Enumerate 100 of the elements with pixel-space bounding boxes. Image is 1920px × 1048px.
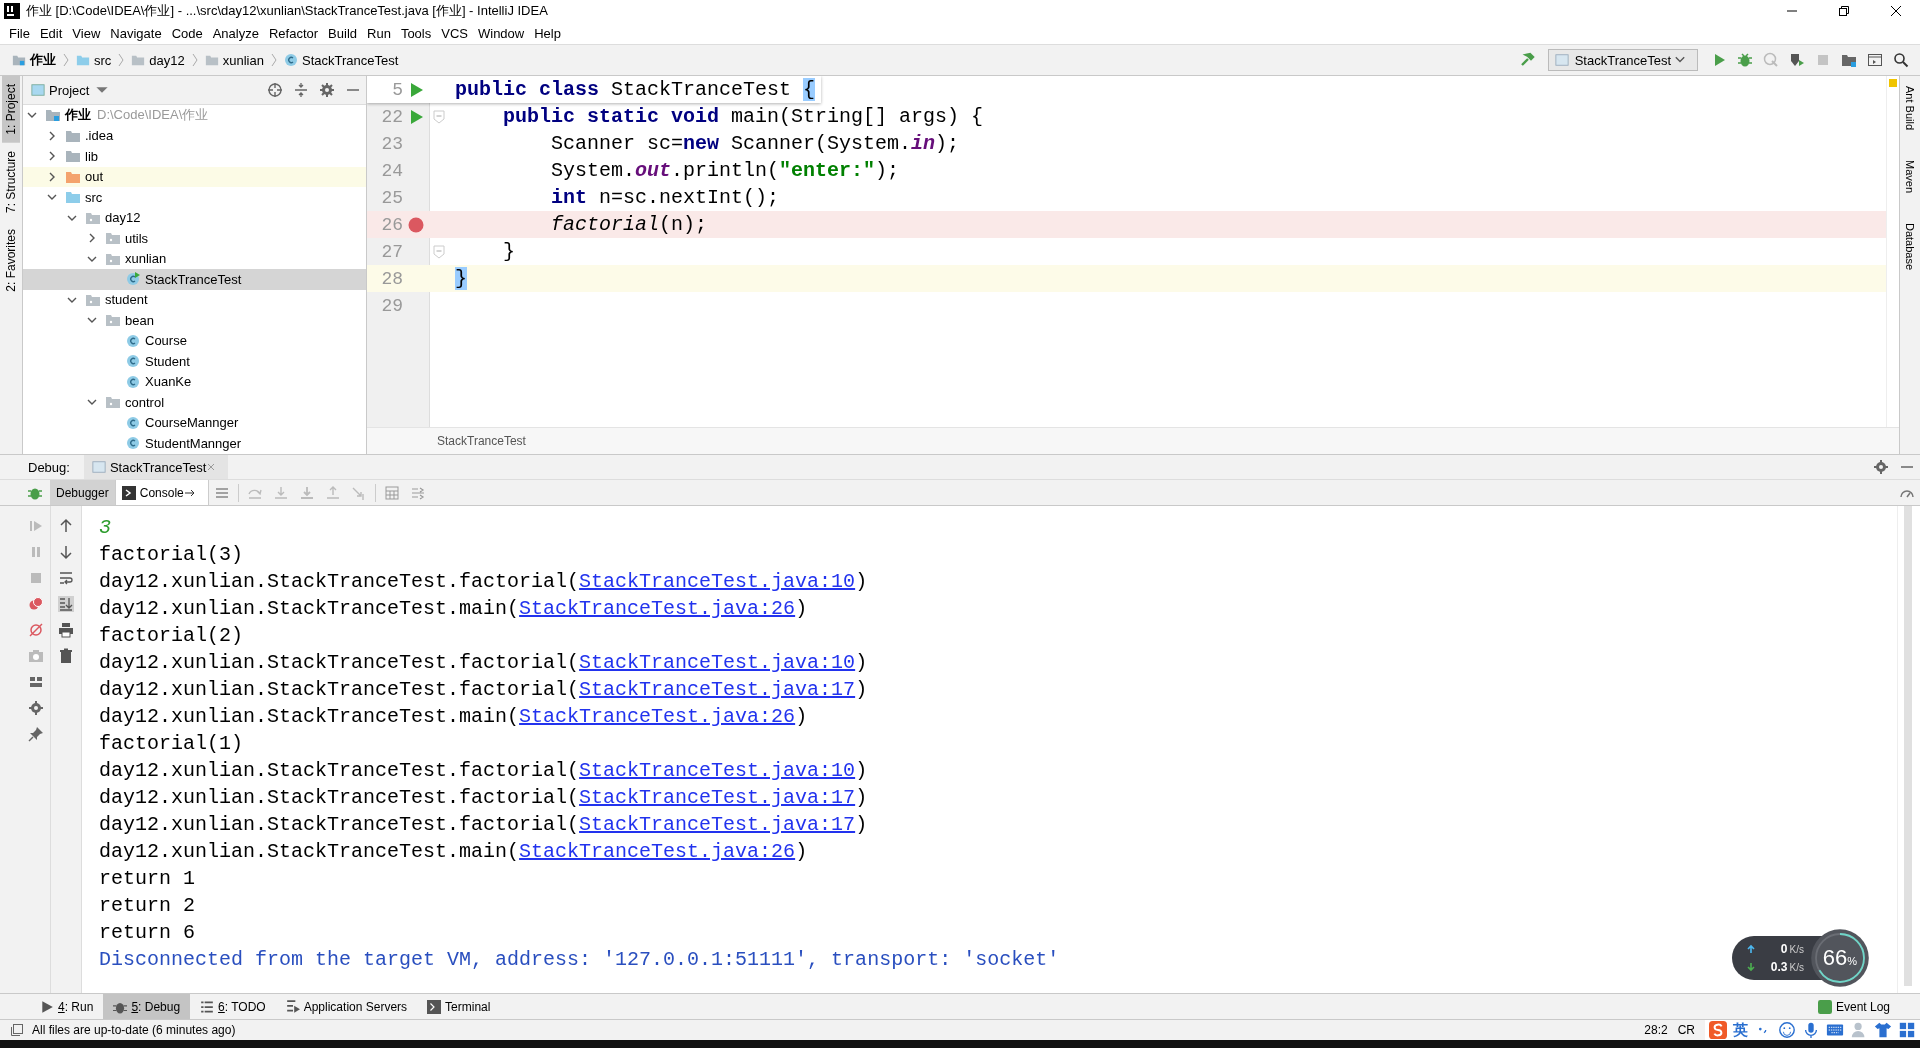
source-link[interactable]: StackTranceTest.java:10 bbox=[579, 570, 856, 593]
tree-item[interactable]: Student bbox=[23, 351, 366, 372]
breadcrumb-item[interactable]: src bbox=[74, 52, 114, 68]
menu-item[interactable]: Build bbox=[323, 25, 362, 41]
grid-icon[interactable] bbox=[1898, 1021, 1916, 1039]
warning-marker[interactable] bbox=[1889, 79, 1897, 87]
locate-icon[interactable] bbox=[267, 82, 283, 98]
event-log-icon bbox=[1817, 999, 1832, 1014]
down-arrow-icon[interactable] bbox=[58, 544, 74, 560]
list-icon bbox=[200, 999, 215, 1014]
breadcrumb-item[interactable]: StackTranceTest bbox=[281, 52, 401, 68]
tree-item[interactable]: StackTranceTest bbox=[23, 269, 366, 290]
source-link[interactable]: StackTranceTest.java:10 bbox=[579, 759, 856, 782]
tool-window-tab[interactable]: Maven bbox=[1904, 160, 1916, 194]
session-tab[interactable]: StackTranceTest bbox=[83, 455, 229, 479]
menu-item[interactable]: View bbox=[67, 25, 106, 41]
menu-item[interactable]: Tools bbox=[395, 25, 437, 41]
ime-mode[interactable]: 英 bbox=[1733, 1020, 1748, 1040]
menu-item[interactable]: Navigate bbox=[105, 25, 167, 41]
tool-window-tab[interactable]: Database bbox=[1904, 223, 1916, 271]
menu-item[interactable]: File bbox=[4, 25, 35, 41]
mute-breakpoints-icon[interactable] bbox=[28, 622, 44, 638]
restore-icon[interactable] bbox=[1838, 5, 1850, 17]
soft-wrap-icon[interactable] bbox=[58, 570, 74, 586]
tree-item[interactable]: Course bbox=[23, 330, 366, 351]
close-icon[interactable] bbox=[1890, 5, 1902, 17]
tree-item[interactable]: StudentMannger bbox=[23, 433, 366, 454]
breadcrumb-item[interactable]: xunlian bbox=[202, 52, 266, 68]
collapse-icon[interactable] bbox=[293, 82, 309, 98]
panel-title[interactable]: Project bbox=[49, 82, 90, 98]
panel-toggle-icon[interactable] bbox=[10, 1023, 24, 1037]
smiley-icon[interactable] bbox=[1778, 1021, 1796, 1039]
source-link[interactable]: StackTranceTest.java:17 bbox=[579, 813, 856, 836]
cursor-position[interactable]: 28:2 bbox=[1644, 1023, 1668, 1037]
settings-icon[interactable] bbox=[28, 700, 44, 716]
settings-icon[interactable] bbox=[319, 82, 335, 98]
line-separator[interactable]: CR bbox=[1677, 1023, 1695, 1037]
tool-window-tab[interactable]: 2: Favorites bbox=[2, 220, 20, 300]
tool-window-tab[interactable]: Application Servers bbox=[275, 994, 418, 1019]
tree-item[interactable]: XuanKe bbox=[23, 371, 366, 392]
tool-window-tab[interactable]: 1: Project bbox=[2, 76, 20, 143]
tree-item[interactable]: day12 bbox=[23, 207, 366, 228]
profiler-icon[interactable] bbox=[1789, 52, 1805, 68]
breakpoint-icon[interactable] bbox=[408, 216, 424, 233]
menu-item[interactable]: Analyze bbox=[207, 25, 264, 41]
tool-window-tab[interactable]: 5: Debug bbox=[103, 994, 191, 1019]
tool-window-tab[interactable]: 6: TODO bbox=[190, 994, 276, 1019]
editor-breadcrumb[interactable]: StackTranceTest bbox=[437, 434, 526, 448]
menu-item[interactable]: Edit bbox=[34, 25, 68, 41]
tool-window-tab[interactable]: 4: Run bbox=[30, 994, 104, 1019]
tree-item[interactable]: xunlian bbox=[23, 248, 366, 269]
source-link[interactable]: StackTranceTest.java:26 bbox=[519, 705, 796, 728]
source-link[interactable]: StackTranceTest.java:17 bbox=[579, 678, 856, 701]
up-arrow-icon[interactable] bbox=[58, 518, 74, 534]
run-icon[interactable] bbox=[408, 81, 424, 98]
trash-icon[interactable] bbox=[58, 648, 74, 664]
window-icon[interactable] bbox=[1867, 52, 1883, 68]
tree-item[interactable]: utils bbox=[23, 228, 366, 249]
scroll-to-end-icon[interactable] bbox=[58, 596, 74, 612]
menu-item[interactable]: VCS bbox=[436, 25, 473, 41]
shirt-icon[interactable] bbox=[1874, 1021, 1892, 1039]
tool-window-tab[interactable]: Ant Build bbox=[1904, 86, 1916, 131]
scrollbar-thumb[interactable] bbox=[1904, 506, 1912, 986]
source-link[interactable]: StackTranceTest.java:17 bbox=[579, 786, 856, 809]
settings-icon[interactable] bbox=[1873, 459, 1889, 475]
tree-item[interactable]: student bbox=[23, 289, 366, 310]
microphone-icon[interactable] bbox=[1802, 1021, 1820, 1039]
tree-item[interactable]: lib bbox=[23, 146, 366, 167]
menu-item[interactable]: Code bbox=[166, 25, 208, 41]
menu-item[interactable]: Help bbox=[529, 25, 566, 41]
search-icon[interactable] bbox=[1893, 52, 1909, 68]
tree-item[interactable]: bean bbox=[23, 310, 366, 331]
tree-item[interactable]: .idea bbox=[23, 125, 366, 146]
tool-window-tab[interactable]: 7: Structure bbox=[2, 142, 20, 221]
run-icon[interactable] bbox=[408, 108, 424, 125]
tree-item[interactable]: 作业 D:\Code\IDEA\作业 bbox=[23, 105, 366, 126]
menu-item[interactable]: Run bbox=[362, 25, 396, 41]
debug-tab[interactable]: Debugger bbox=[50, 480, 116, 505]
event-log-tab[interactable]: Event Log bbox=[1817, 999, 1890, 1014]
breadcrumb-item[interactable]: 作业 bbox=[10, 51, 58, 69]
source-link[interactable]: StackTranceTest.java:10 bbox=[579, 651, 856, 674]
menu-item[interactable]: Refactor bbox=[263, 25, 324, 41]
bug-icon[interactable] bbox=[1737, 52, 1753, 68]
layout-icon[interactable] bbox=[28, 674, 44, 690]
ime-logo-icon[interactable] bbox=[1709, 1021, 1727, 1039]
print-icon[interactable] bbox=[58, 622, 74, 638]
tree-item[interactable]: out bbox=[23, 166, 366, 187]
source-link[interactable]: StackTranceTest.java:26 bbox=[519, 840, 796, 863]
run-config-dropdown[interactable]: StackTranceTest bbox=[1547, 49, 1698, 71]
tree-item[interactable]: control bbox=[23, 392, 366, 413]
tree-item[interactable]: CourseMannger bbox=[23, 412, 366, 433]
breadcrumb-item[interactable]: day12 bbox=[129, 52, 187, 68]
tool-window-tab[interactable]: Terminal bbox=[417, 994, 501, 1019]
project-structure-icon[interactable] bbox=[1841, 52, 1857, 68]
pin-icon[interactable] bbox=[28, 726, 44, 742]
tree-item[interactable]: src bbox=[23, 187, 366, 208]
menu-item[interactable]: Window bbox=[472, 25, 530, 41]
debug-tab[interactable]: Console bbox=[115, 480, 209, 505]
breakpoints-icon[interactable] bbox=[28, 596, 44, 612]
source-link[interactable]: StackTranceTest.java:26 bbox=[519, 597, 796, 620]
